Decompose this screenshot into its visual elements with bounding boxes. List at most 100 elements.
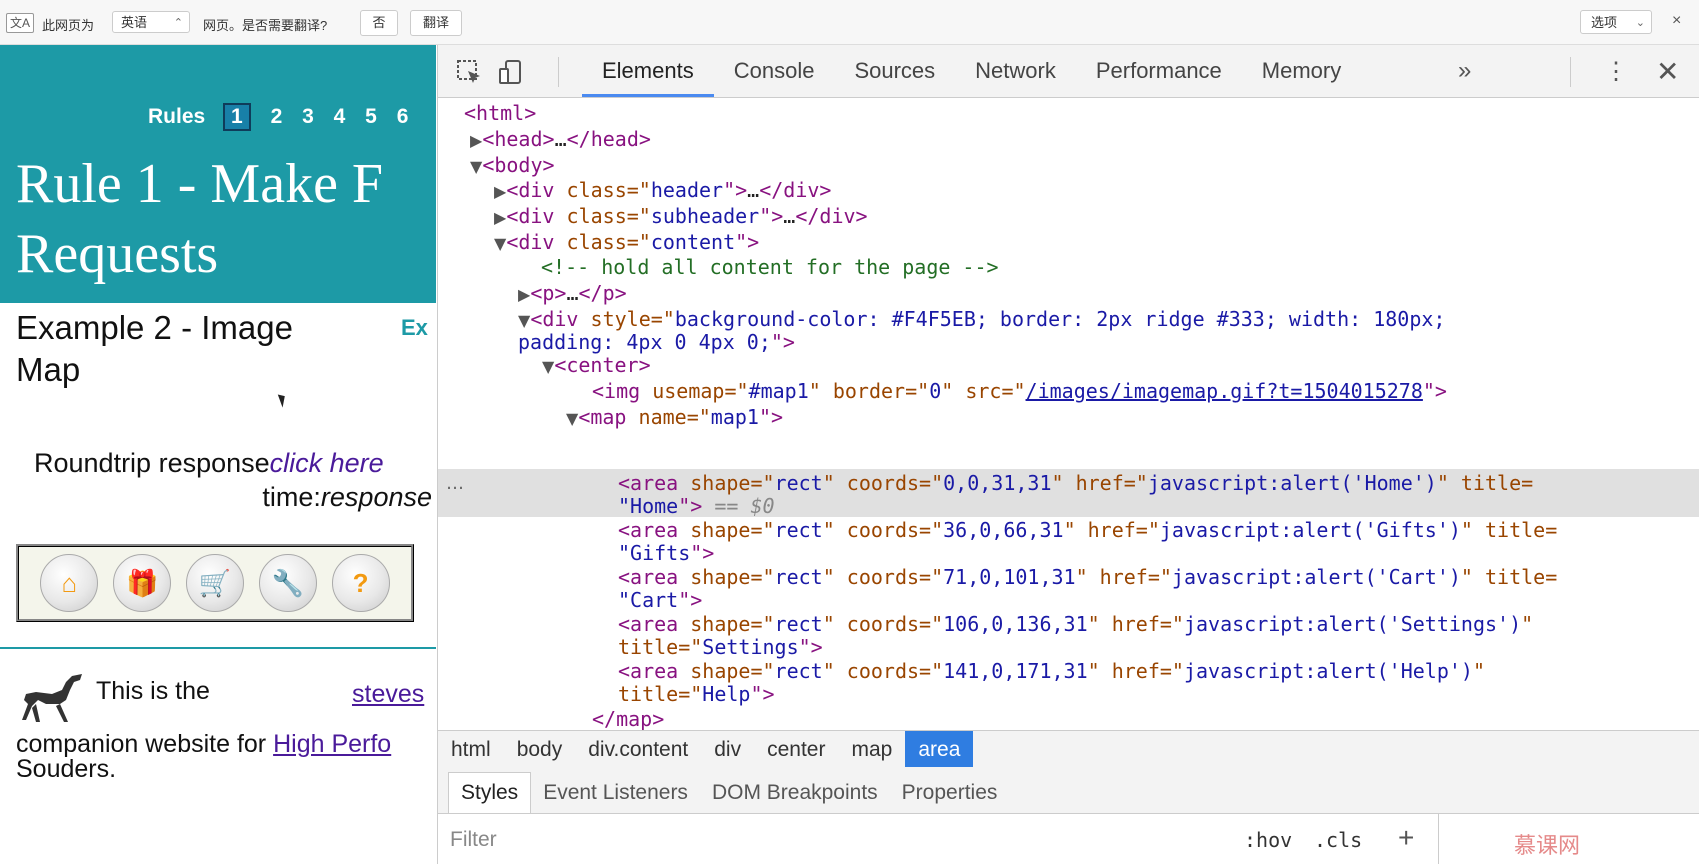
breadcrumb-html[interactable]: html (438, 731, 504, 768)
tree-node-area-gifts[interactable]: <area shape="rect" coords="36,0,66,31" h… (618, 518, 1557, 542)
example-title-line1: Example 2 - Image (16, 309, 293, 346)
elements-tree: … <html> ▶<head>…</head> ▼<body> ▶<div c… (438, 97, 1699, 730)
gift-icon[interactable]: 🎁 (113, 554, 172, 612)
collapsed-ellipsis: … (783, 204, 796, 228)
home-icon[interactable]: ⌂ (40, 554, 99, 612)
tab-event-listeners[interactable]: Event Listeners (531, 773, 700, 813)
no-button[interactable]: 否 (360, 10, 398, 36)
p-close-tag: </p> (578, 281, 627, 305)
tree-node-area-cart[interactable]: <area shape="rect" coords="71,0,101,31" … (618, 565, 1557, 589)
example-right-link[interactable]: Ex (401, 315, 428, 341)
translate-button[interactable]: 翻译 (410, 10, 462, 36)
tree-node-area-settings-cont: title="Settings"> (618, 635, 823, 659)
tab-styles[interactable]: Styles (448, 772, 532, 813)
area-open-tag: <area (618, 659, 691, 683)
styles-filter-bar: :hov .cls + 慕课网 (438, 814, 1699, 864)
tab-network[interactable]: Network (955, 45, 1076, 97)
class-value: subheader (650, 204, 760, 228)
more-tabs-icon[interactable]: » (1458, 57, 1471, 85)
href-value: javascript:alert('Home') (1147, 471, 1437, 495)
language-select[interactable]: 英语 ⌃ (112, 11, 190, 33)
inspect-element-icon[interactable] (456, 59, 482, 85)
border-value: 0 (929, 379, 942, 403)
node-actions-icon[interactable]: … (446, 473, 464, 494)
tree-node-map-close[interactable]: </map> (592, 707, 664, 730)
expand-arrow-icon[interactable]: ▶ (494, 208, 506, 227)
coords-attr: " coords=" (822, 565, 944, 589)
breadcrumb-body[interactable]: body (504, 731, 576, 768)
high-performance-link[interactable]: High Perfo (273, 730, 391, 758)
rule-page-link-1[interactable]: 1 (223, 103, 251, 131)
tab-console[interactable]: Console (714, 45, 835, 97)
tab-memory[interactable]: Memory (1242, 45, 1361, 97)
coords-attr: " coords=" (822, 659, 944, 683)
collapse-arrow-icon[interactable]: ▼ (470, 157, 482, 176)
tab-elements[interactable]: Elements (582, 45, 714, 97)
tab-properties[interactable]: Properties (890, 773, 1010, 813)
tab-dom-breakpoints[interactable]: DOM Breakpoints (700, 773, 890, 813)
settings-icon[interactable]: 🔧 (258, 554, 317, 612)
collapse-arrow-icon[interactable]: ▼ (566, 409, 578, 428)
options-button[interactable]: 选项 ⌄ (1580, 10, 1652, 34)
src-link[interactable]: /images/imagemap.gif?t=1504015278 (1026, 379, 1423, 403)
rule-page-link-6[interactable]: 6 (397, 105, 409, 129)
collapse-arrow-icon[interactable]: ▼ (542, 357, 554, 376)
src-attr: " src=" (941, 379, 1026, 403)
collapse-arrow-icon[interactable]: ▼ (518, 311, 530, 330)
title-value: Help (702, 682, 751, 706)
close-devtools-icon[interactable]: ✕ (1656, 55, 1679, 88)
chevron-down-icon: ⌄ (1635, 17, 1645, 29)
hov-toggle[interactable]: :hov (1244, 828, 1292, 852)
breadcrumb-area[interactable]: area (905, 731, 974, 768)
breadcrumb-map[interactable]: map (838, 731, 905, 768)
rule-page-link-2[interactable]: 2 (271, 105, 283, 129)
tree-node-map[interactable]: ▼<map name="map1"> (566, 405, 783, 431)
tree-node-area-home[interactable]: <area shape="rect" coords="0,0,31,31" hr… (618, 471, 1533, 495)
tree-node-div-content[interactable]: ▼<div class="content"> (494, 230, 759, 256)
coords-attr: " coords=" (822, 471, 944, 495)
click-here-link[interactable]: click here (270, 448, 384, 478)
rule-page-link-5[interactable]: 5 (365, 105, 377, 129)
add-rule-icon[interactable]: + (1398, 822, 1414, 854)
tree-node-html[interactable]: <html> (464, 101, 536, 125)
devtools-toolbar: Elements Console Sources Network Perform… (438, 45, 1699, 98)
coords-value: 36,0,66,31 (943, 518, 1064, 542)
device-toggle-icon[interactable] (498, 59, 524, 85)
filter-input[interactable] (448, 826, 1152, 854)
tree-node-head[interactable]: ▶<head>…</head> (470, 127, 651, 153)
expand-arrow-icon[interactable]: ▶ (494, 182, 506, 201)
kebab-menu-icon[interactable]: ⋮ (1604, 57, 1628, 86)
breadcrumb-center[interactable]: center (754, 731, 838, 768)
expand-arrow-icon[interactable]: ▶ (470, 131, 482, 150)
tree-node-comment[interactable]: <!-- hold all content for the page --> (541, 255, 999, 279)
tree-node-area-settings[interactable]: <area shape="rect" coords="106,0,136,31"… (618, 612, 1533, 636)
tree-node-div-subheader[interactable]: ▶<div class="subheader">…</div> (494, 204, 868, 230)
close-icon[interactable]: × (1672, 12, 1681, 30)
tree-node-area-cart-cont: "Cart"> (618, 588, 702, 612)
area-open-tag: <area (618, 518, 691, 542)
cls-toggle[interactable]: .cls (1314, 828, 1362, 852)
tree-node-area-help[interactable]: <area shape="rect" coords="141,0,171,31"… (618, 659, 1485, 683)
cart-icon[interactable]: 🛒 (185, 554, 244, 612)
tab-performance[interactable]: Performance (1076, 45, 1242, 97)
map-close-tag: </map> (592, 707, 665, 730)
rule-page-link-3[interactable]: 3 (302, 105, 314, 129)
tree-node-img[interactable]: <img usemap="#map1" border="0" src="/ima… (592, 379, 1447, 403)
collapse-arrow-icon[interactable]: ▼ (494, 234, 506, 253)
quote: " (1472, 659, 1485, 683)
breadcrumb-div[interactable]: div (701, 731, 754, 768)
breadcrumb-div-content[interactable]: div.content (575, 731, 701, 768)
tree-node-p[interactable]: ▶<p>…</p> (518, 281, 627, 307)
div-close-tag: </div> (795, 204, 868, 228)
expand-arrow-icon[interactable]: ▶ (518, 285, 530, 304)
tree-node-center[interactable]: ▼<center> (542, 353, 651, 379)
translate-question-text: 网页。是否需要翻译? (203, 18, 328, 33)
help-icon[interactable]: ? (331, 554, 390, 612)
steves-link[interactable]: steves (352, 680, 424, 709)
rule-page-link-4[interactable]: 4 (334, 105, 346, 129)
coords-value: 141,0,171,31 (943, 659, 1088, 683)
roundtrip-line: Roundtrip responseclick here (34, 448, 384, 479)
tree-node-div-header[interactable]: ▶<div class="header">…</div> (494, 178, 831, 204)
tab-sources[interactable]: Sources (834, 45, 955, 97)
tree-node-body[interactable]: ▼<body> (470, 153, 555, 179)
